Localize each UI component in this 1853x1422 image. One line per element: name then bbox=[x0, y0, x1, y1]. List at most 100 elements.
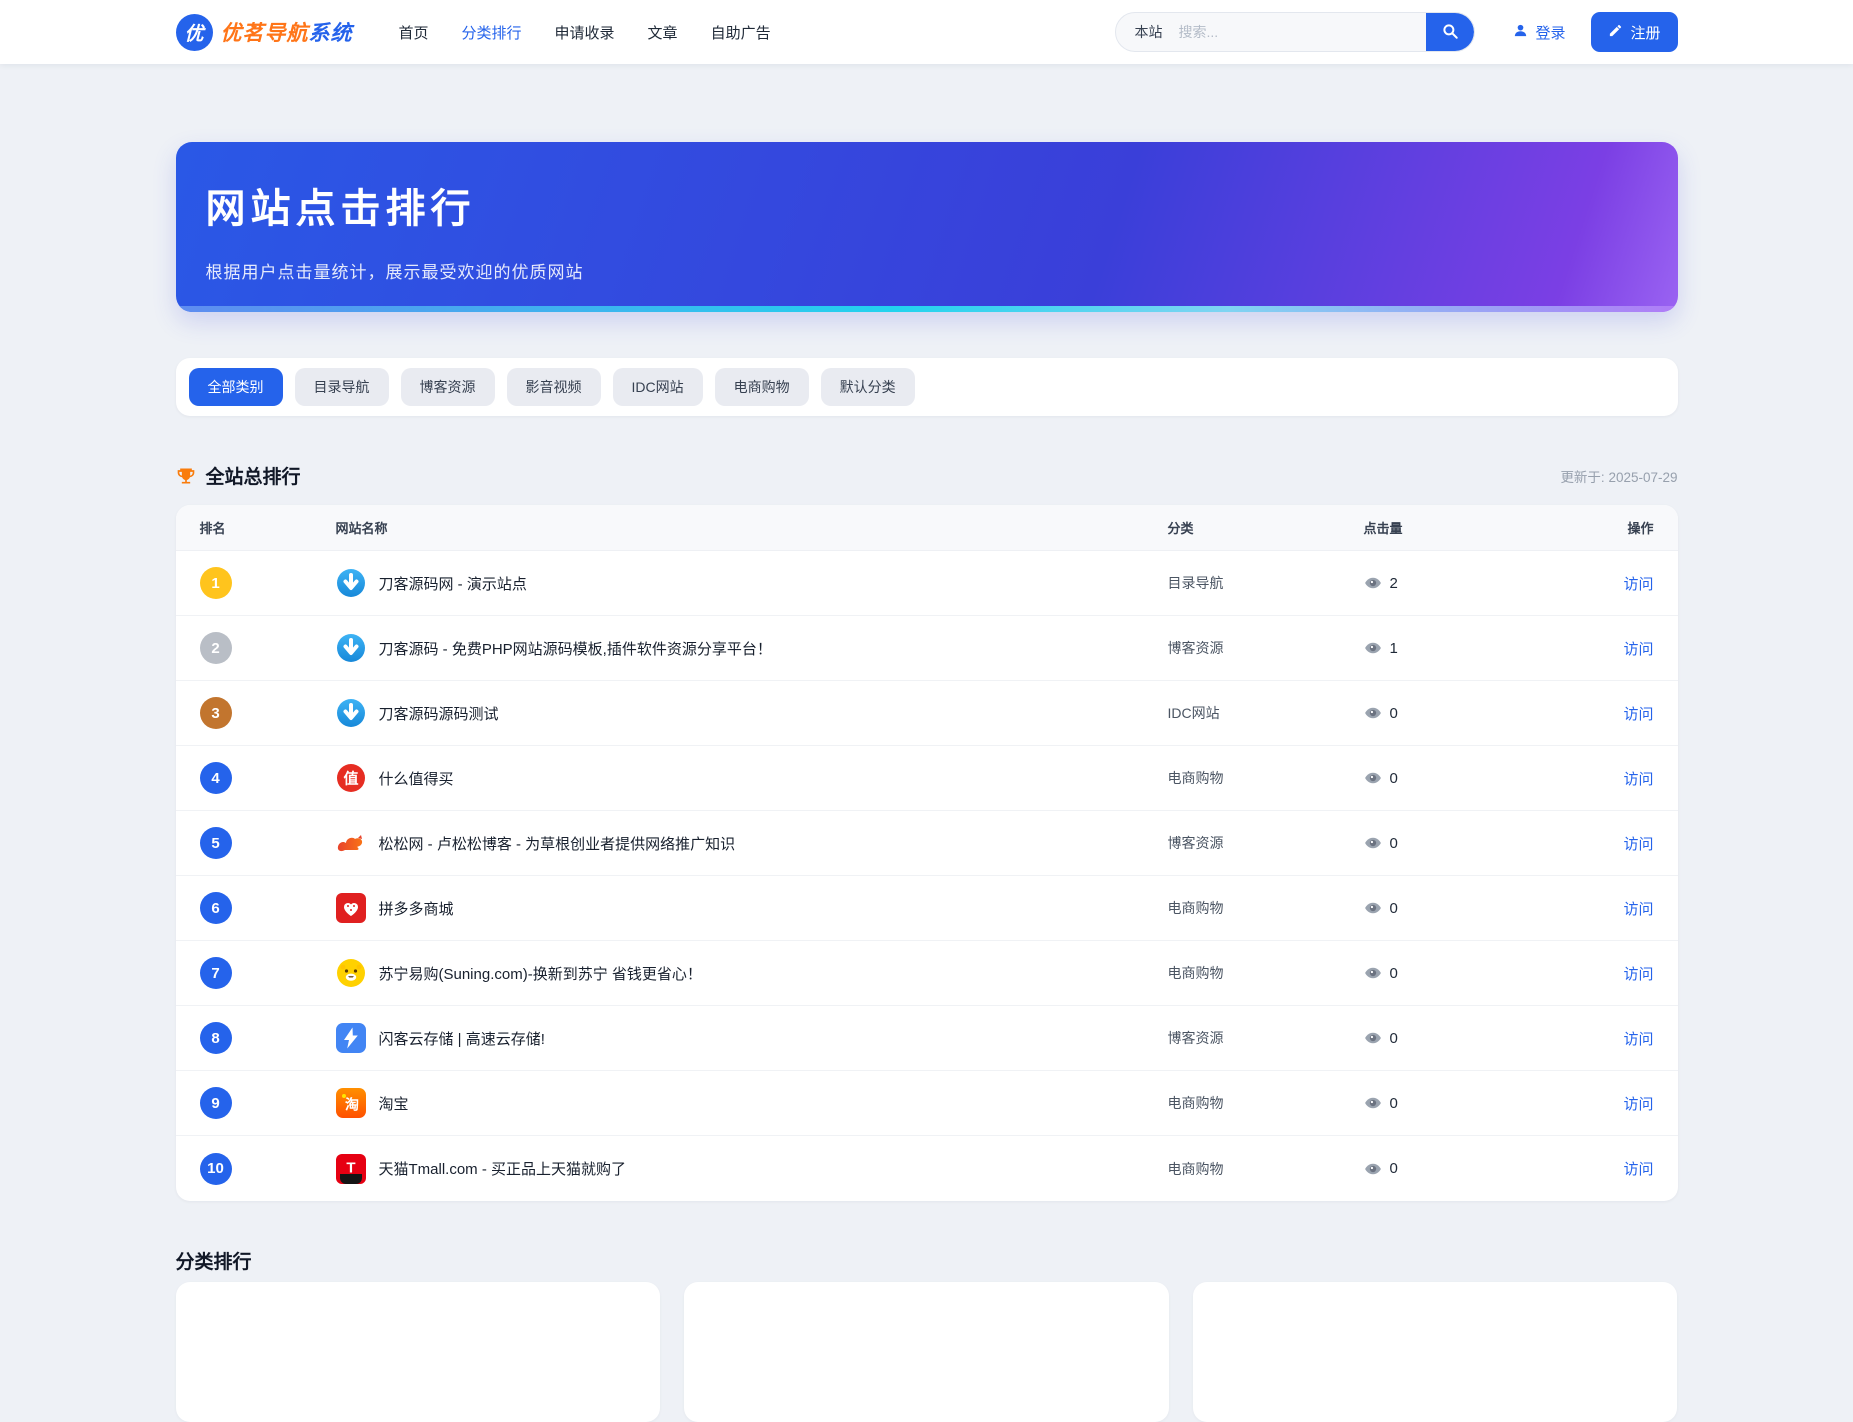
eye-icon bbox=[1364, 834, 1382, 852]
brand-name: 优茗导航系统 bbox=[221, 17, 353, 47]
site-name[interactable]: 什么值得买 bbox=[379, 768, 454, 789]
register-button[interactable]: 注册 bbox=[1591, 12, 1677, 52]
nav-item-articles[interactable]: 文章 bbox=[648, 22, 678, 43]
click-count: 0 bbox=[1390, 1160, 1398, 1177]
search-scope-select[interactable]: 本站 bbox=[1116, 22, 1176, 42]
table-row: 1 刀客源码网 - 演示站点 目录导航 2 访问 bbox=[176, 551, 1678, 616]
search-input[interactable] bbox=[1176, 23, 1426, 41]
site-name[interactable]: 刀客源码网 - 演示站点 bbox=[379, 573, 527, 594]
visit-link[interactable]: 访问 bbox=[1623, 966, 1653, 983]
header-actions: 本站 登录 注册 bbox=[1115, 12, 1677, 52]
ranking-table: 排名 网站名称 分类 点击量 操作 1 刀客源码网 - 演示站点 目录导航 2 … bbox=[176, 505, 1678, 1201]
site-name[interactable]: 刀客源码 - 免费PHP网站源码模板,插件软件资源分享平台！ bbox=[379, 638, 772, 659]
taobao-favicon-icon: 淘 bbox=[336, 1088, 366, 1118]
filter-chip-ecommerce[interactable]: 电商购物 bbox=[715, 368, 809, 406]
visit-link[interactable]: 访问 bbox=[1623, 771, 1653, 788]
table-row: 6 拼多多商城 电商购物 0 访问 bbox=[176, 876, 1678, 941]
table-row: 2 刀客源码 - 免费PHP网站源码模板,插件软件资源分享平台！ 博客资源 1 … bbox=[176, 616, 1678, 681]
eye-icon bbox=[1364, 1094, 1382, 1112]
eye-icon bbox=[1364, 769, 1382, 787]
svg-text:值: 值 bbox=[343, 770, 358, 788]
eye-icon bbox=[1364, 1160, 1382, 1178]
site-name[interactable]: 天猫Tmall.com - 买正品上天猫就购了 bbox=[379, 1158, 627, 1179]
table-row: 5 松松网 - 卢松松博客 - 为草根创业者提供网络推广知识 博客资源 0 访问 bbox=[176, 811, 1678, 876]
download-circle-favicon-icon bbox=[336, 568, 366, 598]
login-link[interactable]: 登录 bbox=[1512, 22, 1565, 43]
rank-badge: 8 bbox=[200, 1022, 232, 1054]
updated-timestamp: 更新于: 2025-07-29 bbox=[1560, 466, 1677, 486]
squirrel-favicon-icon bbox=[336, 828, 366, 858]
nav-item-home[interactable]: 首页 bbox=[399, 22, 429, 43]
site-name[interactable]: 拼多多商城 bbox=[379, 898, 454, 919]
eye-icon bbox=[1364, 639, 1382, 657]
filter-chip-blog[interactable]: 博客资源 bbox=[401, 368, 495, 406]
brand-logo[interactable]: 优 优茗导航系统 bbox=[176, 14, 353, 51]
filter-chip-video[interactable]: 影音视频 bbox=[507, 368, 601, 406]
nav-item-category-rank[interactable]: 分类排行 bbox=[462, 22, 522, 43]
click-count: 2 bbox=[1390, 575, 1398, 592]
nav-item-self-ads[interactable]: 自助广告 bbox=[711, 22, 771, 43]
table-row: 9 淘 淘宝 电商购物 0 访问 bbox=[176, 1071, 1678, 1136]
category-ranking-title: 分类排行 bbox=[176, 1247, 1678, 1274]
pinduoduo-favicon-icon bbox=[336, 893, 366, 923]
click-count: 0 bbox=[1390, 835, 1398, 852]
table-body: 1 刀客源码网 - 演示站点 目录导航 2 访问 2 刀客源码 - 免费PHP网… bbox=[176, 551, 1678, 1201]
eye-icon bbox=[1364, 899, 1382, 917]
site-category: 博客资源 bbox=[1168, 833, 1364, 853]
filter-chip-idc[interactable]: IDC网站 bbox=[613, 368, 703, 406]
site-category: 电商购物 bbox=[1168, 1093, 1364, 1113]
table-header-row: 排名 网站名称 分类 点击量 操作 bbox=[176, 505, 1678, 551]
filter-chip-directory[interactable]: 目录导航 bbox=[295, 368, 389, 406]
click-count: 0 bbox=[1390, 770, 1398, 787]
register-label: 注册 bbox=[1630, 22, 1660, 43]
search-button[interactable] bbox=[1426, 12, 1474, 52]
visit-link[interactable]: 访问 bbox=[1623, 836, 1653, 853]
visit-link[interactable]: 访问 bbox=[1623, 706, 1653, 723]
nav-item-submit-site[interactable]: 申请收录 bbox=[555, 22, 615, 43]
site-name[interactable]: 淘宝 bbox=[379, 1093, 409, 1114]
pencil-icon bbox=[1608, 23, 1623, 42]
visit-link[interactable]: 访问 bbox=[1623, 1031, 1653, 1048]
site-category: 电商购物 bbox=[1168, 898, 1364, 918]
site-name[interactable]: 刀客源码源码测试 bbox=[379, 703, 499, 724]
search-icon bbox=[1441, 22, 1459, 43]
visit-link[interactable]: 访问 bbox=[1623, 1096, 1653, 1113]
filter-chip-default[interactable]: 默认分类 bbox=[821, 368, 915, 406]
site-name[interactable]: 闪客云存储 | 高速云存储! bbox=[379, 1028, 545, 1049]
category-card bbox=[684, 1282, 1169, 1422]
rank-badge: 1 bbox=[200, 567, 232, 599]
filter-chip-all[interactable]: 全部类别 bbox=[189, 368, 283, 406]
rank-badge: 7 bbox=[200, 957, 232, 989]
trophy-icon bbox=[176, 466, 196, 486]
site-category: 博客资源 bbox=[1168, 638, 1364, 658]
click-count: 1 bbox=[1390, 640, 1398, 657]
suning-favicon-icon bbox=[336, 958, 366, 988]
brand-logo-icon: 优 bbox=[176, 14, 213, 51]
site-category: 目录导航 bbox=[1168, 573, 1364, 593]
visit-link[interactable]: 访问 bbox=[1623, 641, 1653, 658]
ranking-title: 全站总排行 bbox=[206, 462, 301, 489]
download-circle-favicon-icon bbox=[336, 633, 366, 663]
main-content: 网站点击排行 根据用户点击量统计，展示最受欢迎的优质网站 全部类别目录导航博客资… bbox=[176, 142, 1678, 1422]
visit-link[interactable]: 访问 bbox=[1623, 1161, 1653, 1178]
site-name[interactable]: 松松网 - 卢松松博客 - 为草根创业者提供网络推广知识 bbox=[379, 833, 736, 854]
category-filter-bar: 全部类别目录导航博客资源影音视频 IDC网站电商购物默认分类 bbox=[176, 358, 1678, 416]
column-header-name: 网站名称 bbox=[336, 518, 1168, 537]
eye-icon bbox=[1364, 964, 1382, 982]
site-category: 电商购物 bbox=[1168, 1159, 1364, 1179]
site-name[interactable]: 苏宁易购(Suning.com)-换新到苏宁 省钱更省心！ bbox=[379, 963, 702, 984]
category-card bbox=[176, 1282, 661, 1422]
click-count: 0 bbox=[1390, 900, 1398, 917]
rank-badge: 3 bbox=[200, 697, 232, 729]
eye-icon bbox=[1364, 704, 1382, 722]
visit-link[interactable]: 访问 bbox=[1623, 901, 1653, 918]
rank-badge: 5 bbox=[200, 827, 232, 859]
rank-badge: 10 bbox=[200, 1153, 232, 1185]
site-category: 博客资源 bbox=[1168, 1028, 1364, 1048]
visit-link[interactable]: 访问 bbox=[1623, 576, 1653, 593]
download-circle-favicon-icon bbox=[336, 698, 366, 728]
site-category: IDC网站 bbox=[1168, 703, 1364, 723]
site-category: 电商购物 bbox=[1168, 963, 1364, 983]
table-row: 10 T 天猫Tmall.com - 买正品上天猫就购了 电商购物 0 访问 bbox=[176, 1136, 1678, 1201]
rank-badge: 4 bbox=[200, 762, 232, 794]
